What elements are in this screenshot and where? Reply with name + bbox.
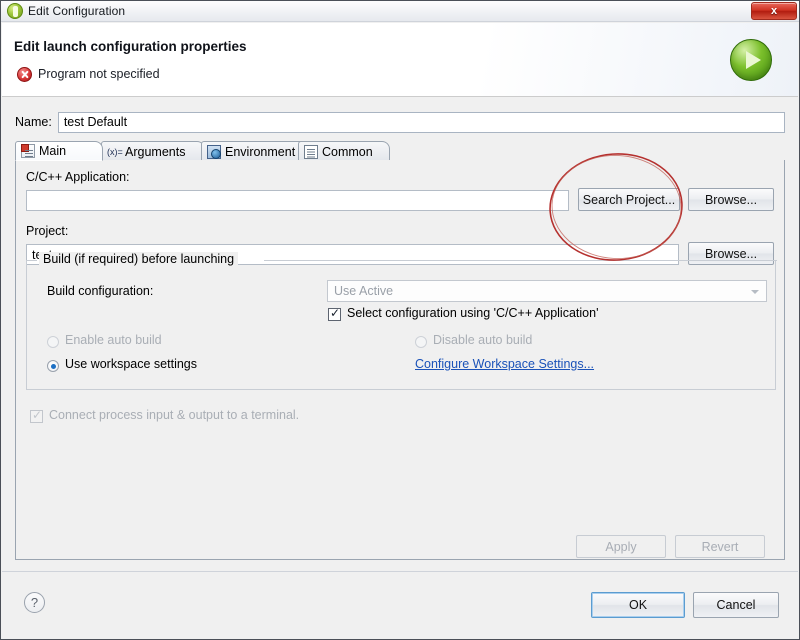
common-list-icon [304, 144, 318, 159]
configure-workspace-settings-link[interactable]: Configure Workspace Settings... [415, 357, 594, 371]
tab-arguments[interactable]: (x)= Arguments [101, 141, 205, 161]
connect-terminal-checkbox[interactable] [30, 408, 43, 423]
build-configuration-label: Build configuration: [47, 284, 154, 298]
build-configuration-select[interactable]: Use Active [327, 280, 767, 302]
application-input[interactable] [26, 190, 569, 211]
validation-message: Program not specified [38, 67, 160, 81]
tab-environment-label: Environment [225, 144, 296, 159]
dialog-titlebar: Edit Configuration x [1, 1, 799, 22]
enable-auto-build-label: Enable auto build [65, 333, 162, 347]
tab-bar: Main (x)= Arguments Environment Common [15, 141, 785, 161]
revert-button[interactable]: Revert [675, 535, 765, 558]
ok-button[interactable]: OK [591, 592, 685, 618]
application-label: C/C++ Application: [26, 170, 130, 184]
apply-button[interactable]: Apply [576, 535, 666, 558]
edit-configuration-dialog: Edit Configuration x Edit launch configu… [0, 0, 800, 640]
name-label: Name: [15, 115, 52, 129]
screenshot-root: Edit Configuration x Edit launch configu… [0, 0, 800, 640]
dialog-footer: ? OK Cancel [2, 572, 798, 639]
application-browse-button[interactable]: Browse... [688, 188, 774, 211]
name-input[interactable]: test Default [57, 111, 785, 133]
page-title: Edit launch configuration properties [14, 39, 247, 54]
dialog-body: Name: test Default Main (x)= Arguments E… [2, 97, 798, 579]
help-icon[interactable]: ? [24, 592, 45, 613]
main-document-icon [21, 144, 35, 158]
chevron-down-icon [751, 290, 759, 294]
search-project-button[interactable]: Search Project... [578, 188, 680, 211]
disable-auto-build-label: Disable auto build [433, 333, 533, 347]
cancel-button[interactable]: Cancel [693, 592, 779, 618]
build-group-title: Build (if required) before launching [39, 252, 239, 266]
eclipse-launch-icon [7, 3, 23, 19]
dialog-title: Edit Configuration [28, 4, 126, 18]
dialog-header-banner: Edit launch configuration properties Pro… [2, 23, 798, 97]
use-workspace-settings-radio[interactable] [47, 360, 59, 372]
tab-common[interactable]: Common [298, 141, 390, 161]
error-circle-icon [17, 67, 32, 82]
build-configuration-value: Use Active [334, 284, 394, 298]
build-group: Build (if required) before launching Bui… [26, 252, 777, 390]
select-configuration-label: Select configuration using 'C/C++ Applic… [347, 306, 599, 320]
tab-main-label: Main [39, 144, 67, 158]
project-label: Project: [26, 224, 69, 238]
select-configuration-checkbox[interactable] [328, 306, 341, 321]
connect-terminal-label: Connect process input & output to a term… [49, 408, 300, 422]
disable-auto-build-radio[interactable] [415, 336, 427, 348]
use-workspace-settings-label: Use workspace settings [65, 357, 198, 371]
tab-common-label: Common [322, 144, 373, 159]
name-row: Name: test Default [15, 111, 785, 133]
main-tab-panel: C/C++ Application: Search Project... Bro… [15, 160, 785, 560]
environment-icon [207, 144, 221, 159]
tab-arguments-label: Arguments [125, 144, 186, 159]
enable-auto-build-radio[interactable] [47, 336, 59, 348]
tab-main[interactable]: Main [15, 141, 103, 161]
close-icon[interactable]: x [751, 2, 797, 20]
arguments-variable-icon: (x)= [107, 146, 123, 157]
run-play-icon [730, 39, 772, 81]
